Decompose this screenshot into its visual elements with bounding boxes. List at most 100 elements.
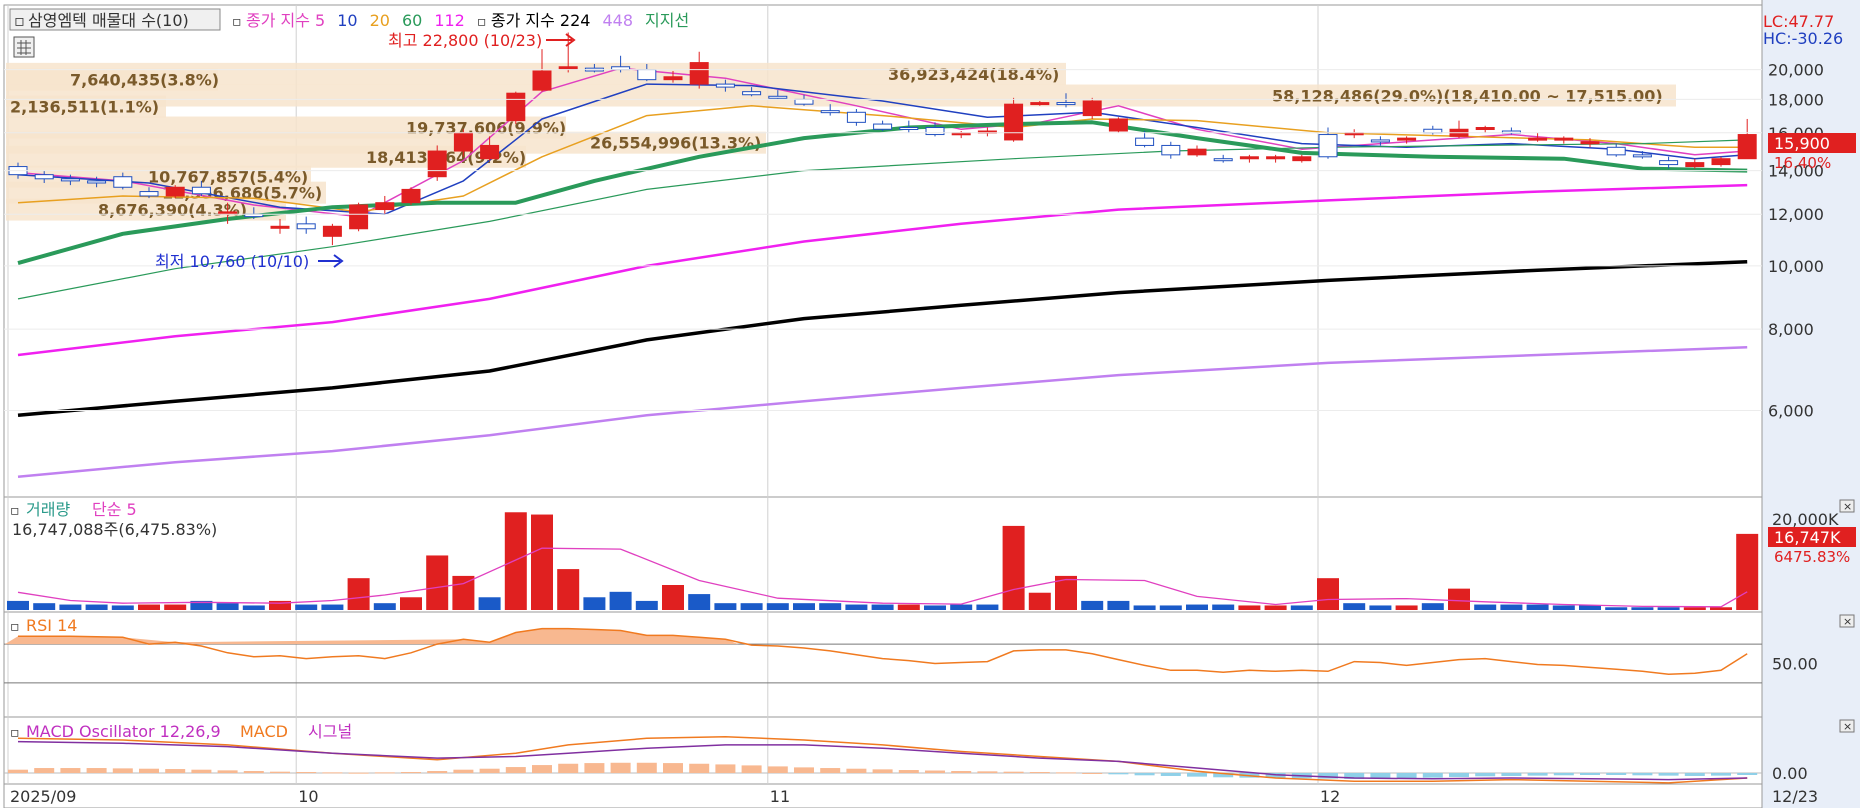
candle-body (768, 95, 788, 99)
volume-bar (557, 569, 580, 610)
volume-bar (33, 603, 56, 610)
volume-bar (1317, 578, 1339, 610)
macd-osc-bar (1187, 773, 1207, 777)
candle-body (794, 98, 814, 105)
macd-osc-bar (1160, 773, 1181, 776)
volume-bar (662, 585, 684, 610)
macd-osc-bar (872, 769, 893, 773)
volume-bar (1526, 604, 1549, 610)
candle-body (139, 191, 159, 197)
volume-bar (1395, 605, 1418, 610)
macd-osc-bar (532, 765, 552, 773)
volume-bar (688, 594, 711, 610)
volume-bar (897, 604, 920, 610)
volume-bar (1657, 607, 1680, 610)
candle-body (1187, 148, 1207, 156)
grid-icon[interactable] (13, 36, 35, 58)
volume-bar (216, 603, 239, 610)
macd-osc-bar (1108, 773, 1129, 775)
macd-title: MACD Oscillator 12,26,9 (26, 722, 221, 741)
volume-bar (1369, 605, 1392, 610)
volume-bar (111, 605, 134, 610)
macd-osc-bar (453, 769, 474, 773)
svg-text:×: × (1843, 500, 1852, 513)
macd-osc-bar (217, 770, 238, 773)
volume-bar (1133, 605, 1156, 610)
volume-pct-label: 6475.83% (1774, 548, 1850, 566)
volume-profile-label: 8,676,390(4.3%) (98, 201, 247, 220)
candle-body (532, 70, 552, 91)
volume-profile-label: 19,737,606(9.9%) (406, 119, 566, 138)
volume-bar (1028, 592, 1051, 610)
volume-bar (347, 578, 370, 610)
svg-text:×: × (1843, 720, 1852, 733)
close-icon[interactable]: × (1839, 499, 1855, 513)
hc-label: HC:-30.26 (1763, 29, 1843, 48)
volume-bar (714, 603, 737, 610)
indicator-marker: ▫ (14, 11, 25, 30)
macd-osc-bar (1134, 773, 1155, 776)
volume-bar (426, 555, 449, 610)
candle-body (1606, 146, 1626, 156)
volume-bar (1212, 604, 1235, 610)
candle-body (375, 202, 395, 211)
volume-bar (242, 605, 265, 610)
macd-osc-bar (8, 769, 28, 773)
volume-value-label: 16,747,088주(6,475.83%) (12, 520, 217, 539)
volume-bar (609, 591, 632, 610)
macd-osc-bar (663, 763, 683, 773)
chart-title[interactable]: 삼영엠텍 매물대 수(10) (28, 11, 189, 30)
macd-osc-bar (60, 768, 81, 773)
macd-osc-bar (951, 771, 972, 773)
volume-bar (138, 604, 160, 610)
volume-bar (1474, 604, 1497, 610)
close-icon[interactable]: × (1839, 614, 1855, 628)
volume-bar (7, 600, 29, 610)
candle-body (689, 62, 709, 85)
close-icon[interactable]: × (1839, 719, 1855, 733)
macd-osc-bar (1580, 773, 1600, 775)
legend-item: 종가 지수 5 (246, 11, 325, 30)
y-tick-label: 8,000 (1768, 320, 1814, 339)
candle-body (1135, 137, 1155, 146)
macd-osc-bar (479, 768, 500, 773)
candle-body (1475, 127, 1495, 131)
volume-bar (400, 597, 422, 610)
macd-osc-bar (1684, 773, 1705, 776)
macd-osc-bar (1056, 772, 1076, 774)
candle-body (165, 186, 185, 197)
candle-body (1397, 137, 1417, 141)
volume-bar (740, 603, 763, 610)
stock-chart: 7,640,435(3.8%) 2,136,511(1.1%) 36,923,424… (3, 0, 1860, 808)
volume-bar (1579, 605, 1601, 610)
candle-body (1528, 137, 1548, 141)
legend-item: 종가 지수 224 (491, 11, 591, 30)
candle-body (270, 225, 290, 229)
candle-body (663, 76, 683, 81)
x-tick-label: 10 (298, 787, 318, 806)
candle-body (873, 123, 893, 130)
volume-bar (85, 604, 108, 610)
y-tick-label: 50.00 (1772, 655, 1818, 674)
macd-osc-bar (1527, 773, 1548, 776)
candle-body (322, 225, 342, 237)
legend-item: 20 (370, 11, 390, 30)
macd-osc-bar (401, 772, 421, 774)
volume-bar (1710, 607, 1732, 610)
volume-title: 거래량 (26, 500, 70, 519)
candle-body (1580, 141, 1600, 145)
candle-body (1004, 103, 1024, 141)
volume-bar (295, 604, 318, 610)
volume-bar (1290, 605, 1313, 610)
macd-osc-bar (34, 768, 55, 773)
macd-osc-bar (846, 768, 867, 773)
candle-body (1082, 100, 1102, 117)
indicator-marker: ▫ (477, 14, 487, 30)
macd-osc-bar (1737, 773, 1758, 775)
indicator-marker: ▫ (10, 619, 20, 635)
chart-window: 7,640,435(3.8%) 2,136,511(1.1%) 36,923,424… (0, 0, 1860, 808)
volume-bar (766, 603, 789, 610)
volume-profile-label: 2,136,511(1.1%) (10, 98, 159, 117)
volume-bar (819, 603, 842, 610)
macd-osc-bar (1396, 773, 1417, 779)
